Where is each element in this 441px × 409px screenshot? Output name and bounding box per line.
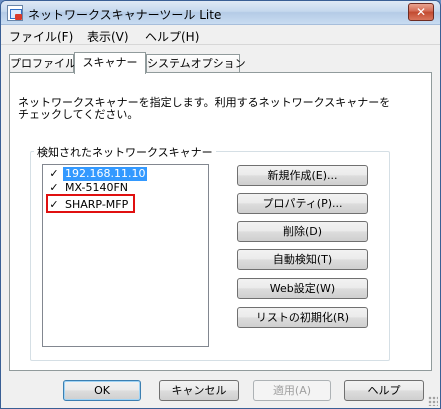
tab-system-options[interactable]: システムオプション [146,54,246,73]
help-button[interactable]: ヘルプ [344,380,424,401]
scanner-name: 192.168.11.10 [63,167,148,181]
tab-scanner[interactable]: スキャナー [74,52,146,74]
app-window: ネットワークスキャナーツール Lite ✕ ファイル(F) 表示(V) ヘルプ(… [0,0,441,409]
reset-list-button[interactable]: リストの初期化(R) [237,307,368,328]
tab-profile[interactable]: プロファイル [9,54,76,73]
delete-button[interactable]: 削除(D) [237,221,368,242]
close-button[interactable]: ✕ [408,3,434,21]
scanner-list[interactable]: ✓ 192.168.11.10 ✓ MX-5140FN ✓ SHARP-MFP [42,164,209,347]
checkbox[interactable]: ✓ [48,182,60,194]
list-item[interactable]: ✓ 192.168.11.10 [46,167,196,181]
menu-view[interactable]: 表示(V) [87,28,129,45]
checkbox[interactable]: ✓ [48,168,60,180]
menu-file[interactable]: ファイル(F) [9,28,73,45]
menu-help[interactable]: ヘルプ(H) [145,28,199,45]
auto-detect-button[interactable]: 自動検知(T) [237,249,368,270]
web-settings-button[interactable]: Web設定(W) [237,278,368,299]
group-title: 検知されたネットワークスキャナー [34,144,216,160]
highlight-box [46,194,135,213]
properties-button[interactable]: プロパティ(P)... [237,193,368,214]
ok-button[interactable]: OK [63,380,141,401]
window-title: ネットワークスキャナーツール Lite [28,8,222,22]
menu-bar: ファイル(F) 表示(V) ヘルプ(H) [1,25,440,45]
apply-button[interactable]: 適用(A) [253,380,331,401]
cancel-button[interactable]: キャンセル [159,380,239,401]
app-icon [7,5,23,21]
title-bar[interactable]: ネットワークスキャナーツール Lite ✕ [1,1,440,25]
new-button[interactable]: 新規作成(E)... [237,165,368,186]
resize-grip[interactable] [428,396,438,406]
list-item[interactable]: ✓ MX-5140FN [46,181,196,195]
scanner-name: MX-5140FN [65,181,128,194]
scanner-description: ネットワークスキャナーを指定します。利用するネットワークスキャナーをチェックして… [18,96,391,121]
